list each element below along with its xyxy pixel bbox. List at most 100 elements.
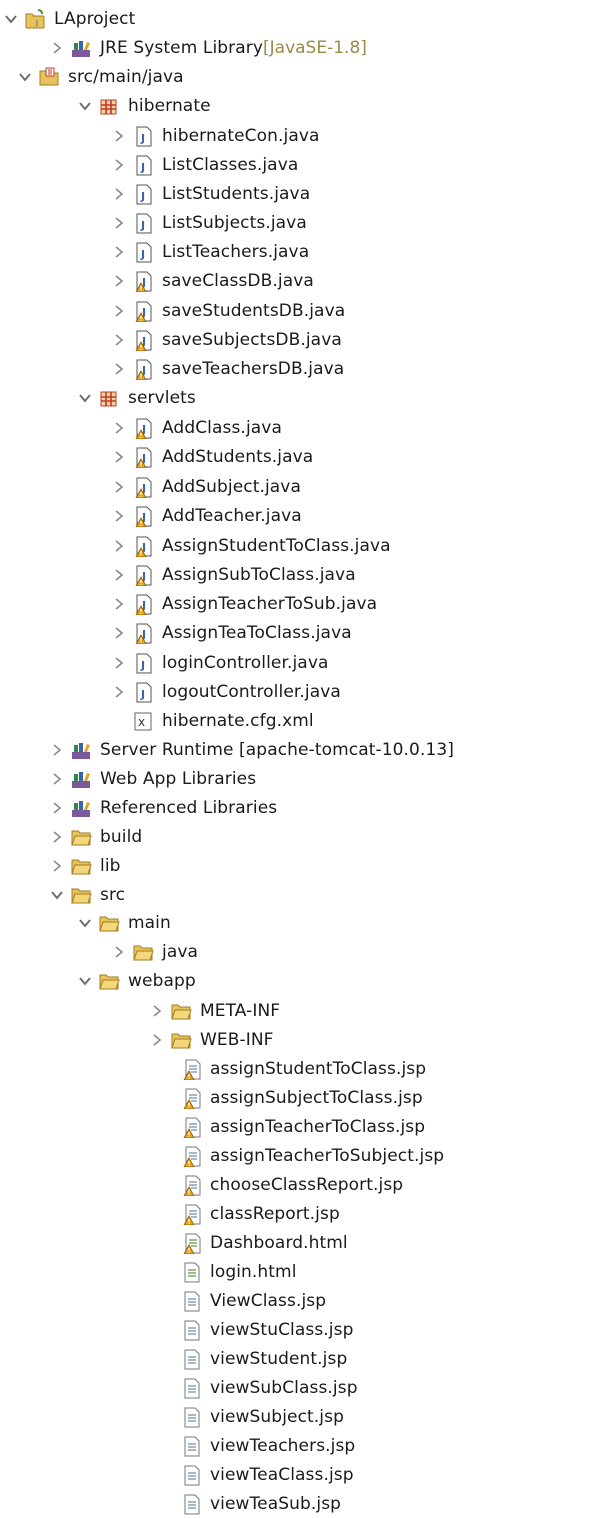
tree-item[interactable]: src [50,880,125,909]
chevron-down-icon[interactable] [78,391,92,405]
chevron-right-icon[interactable] [112,187,126,201]
chevron-right-icon[interactable] [112,129,126,143]
chevron-right-icon[interactable] [112,685,126,699]
chevron-down-icon[interactable] [78,974,92,988]
chevron-right-icon[interactable] [112,450,126,464]
chevron-right-icon[interactable] [50,743,64,757]
tree-item[interactable]: webapp [78,966,196,995]
chevron-down-icon[interactable] [50,888,64,902]
tree-item[interactable]: JsaveSubjectsDB.java [112,325,342,354]
chevron-right-icon[interactable] [112,597,126,611]
tree-item[interactable]: src/main/java [18,62,184,91]
chevron-right-icon[interactable] [50,41,64,55]
tree-item[interactable]: viewStudent.jsp [160,1344,347,1373]
tree-item[interactable]: J ListStudents.java [112,179,310,208]
tree-item[interactable]: JsaveClassDB.java [112,266,314,295]
tree-item[interactable]: assignStudentToClass.jsp [160,1054,426,1083]
chevron-right-icon[interactable] [112,216,126,230]
chevron-right-icon[interactable] [50,41,64,55]
tree-item[interactable]: assignSubjectToClass.jsp [160,1083,423,1112]
tree-item[interactable]: build [50,822,142,851]
chevron-right-icon[interactable] [112,129,126,143]
chevron-right-icon[interactable] [50,743,64,757]
chevron-right-icon[interactable] [112,333,126,347]
chevron-right-icon[interactable] [112,304,126,318]
tree-item[interactable]: assignTeacherToClass.jsp [160,1112,425,1141]
chevron-right-icon[interactable] [150,1004,164,1018]
tree-item[interactable]: J AddSubject.java [112,472,301,501]
chevron-right-icon[interactable] [112,945,126,959]
chevron-right-icon[interactable] [112,421,126,435]
chevron-right-icon[interactable] [112,480,126,494]
chevron-down-icon[interactable] [78,916,92,930]
tree-item[interactable]: servlets [78,383,196,412]
tree-item[interactable]: viewTeaSub.jsp [160,1489,341,1518]
chevron-right-icon[interactable] [112,274,126,288]
tree-item[interactable]: J AddTeacher.java [112,501,302,530]
chevron-right-icon[interactable] [112,685,126,699]
chevron-down-icon[interactable] [18,70,32,84]
chevron-right-icon[interactable] [50,801,64,815]
tree-item[interactable]: main [78,908,171,937]
chevron-down-icon[interactable] [78,974,92,988]
tree-item[interactable]: Web App Libraries [50,764,256,793]
tree-item[interactable]: JlogoutController.java [112,677,341,706]
tree-item[interactable]: java [112,937,198,966]
tree-item[interactable]: META-INF [150,996,280,1025]
chevron-right-icon[interactable] [50,801,64,815]
tree-item[interactable]: chooseClassReport.jsp [160,1170,403,1199]
chevron-right-icon[interactable] [112,945,126,959]
tree-item[interactable]: hibernate [78,91,211,120]
tree-item[interactable]: WEB-INF [150,1025,274,1054]
chevron-down-icon[interactable] [18,70,32,84]
tree-item[interactable]: login.html [160,1257,297,1286]
tree-item[interactable]: JsaveTeachersDB.java [112,354,344,383]
chevron-right-icon[interactable] [150,1033,164,1047]
chevron-right-icon[interactable] [150,1033,164,1047]
chevron-right-icon[interactable] [112,304,126,318]
chevron-right-icon[interactable] [112,480,126,494]
chevron-right-icon[interactable] [112,509,126,523]
tree-item[interactable]: J AssignStudentToClass.java [112,531,391,560]
tree-item[interactable]: J AssignSubToClass.java [112,560,356,589]
tree-item[interactable]: JsaveStudentsDB.java [112,296,345,325]
chevron-right-icon[interactable] [112,362,126,376]
tree-item[interactable]: JhibernateCon.java [112,121,320,150]
chevron-right-icon[interactable] [112,509,126,523]
tree-item[interactable]: Server Runtime [apache-tomcat-10.0.13] [50,735,454,764]
chevron-right-icon[interactable] [112,421,126,435]
chevron-right-icon[interactable] [112,450,126,464]
tree-item[interactable]: classReport.jsp [160,1199,340,1228]
tree-item[interactable]: lib [50,851,121,880]
tree-item[interactable]: J LAproject [4,4,135,33]
tree-item[interactable]: J AssignTeacherToSub.java [112,589,377,618]
tree-item[interactable]: J AddStudents.java [112,442,313,471]
tree-item[interactable]: viewSubject.jsp [160,1402,344,1431]
chevron-down-icon[interactable] [78,916,92,930]
tree-item[interactable]: viewTeaClass.jsp [160,1460,354,1489]
chevron-down-icon[interactable] [4,12,18,26]
chevron-right-icon[interactable] [50,830,64,844]
chevron-right-icon[interactable] [112,539,126,553]
chevron-down-icon[interactable] [78,391,92,405]
chevron-right-icon[interactable] [50,859,64,873]
chevron-right-icon[interactable] [112,333,126,347]
chevron-right-icon[interactable] [112,245,126,259]
chevron-right-icon[interactable] [50,772,64,786]
chevron-down-icon[interactable] [78,99,92,113]
tree-item[interactable]: J ListTeachers.java [112,237,309,266]
tree-item[interactable]: x hibernate.cfg.xml [112,706,314,735]
chevron-right-icon[interactable] [150,1004,164,1018]
chevron-right-icon[interactable] [112,158,126,172]
chevron-right-icon[interactable] [112,568,126,582]
chevron-right-icon[interactable] [112,245,126,259]
chevron-right-icon[interactable] [112,656,126,670]
tree-item[interactable]: Referenced Libraries [50,793,277,822]
tree-item[interactable]: ViewClass.jsp [160,1286,326,1315]
chevron-right-icon[interactable] [112,656,126,670]
chevron-right-icon[interactable] [50,772,64,786]
tree-item[interactable]: assignTeacherToSubject.jsp [160,1141,444,1170]
chevron-right-icon[interactable] [50,859,64,873]
chevron-right-icon[interactable] [112,597,126,611]
chevron-right-icon[interactable] [112,539,126,553]
